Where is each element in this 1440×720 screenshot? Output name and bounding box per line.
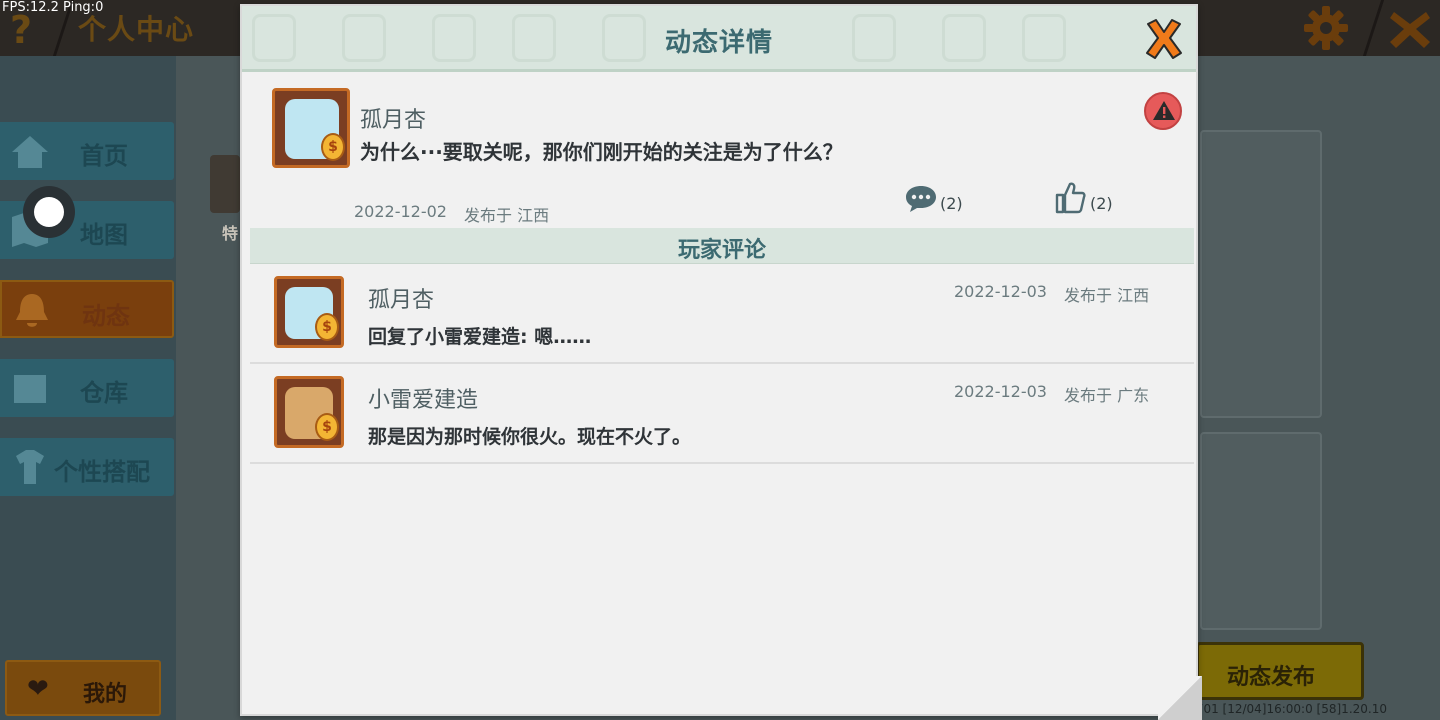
sidebar-item-label: 动态 — [82, 302, 130, 330]
box-icon — [14, 375, 46, 403]
publish-button-label: 动态发布 — [1227, 665, 1316, 690]
comment-text: 回复了小雷爱建造: 嗯…… — [368, 326, 592, 348]
comments-section-header: 玩家评论 — [250, 228, 1194, 264]
rank-coin-icon: $ — [315, 413, 339, 441]
sidebar-item-label: 仓库 — [80, 379, 128, 407]
special-tag-label: 特 — [222, 224, 239, 243]
sidebar-item-label: 首页 — [80, 142, 128, 170]
comment-location: 发布于 江西 — [1064, 286, 1150, 305]
dialog-header: 动态详情 — [242, 6, 1196, 72]
sidebar-item-feed[interactable]: 动态 — [0, 280, 174, 338]
comment-author[interactable]: 孤月杏 — [368, 282, 434, 314]
publish-post-button[interactable]: 动态发布 — [1196, 642, 1364, 700]
comment-count: (2) — [940, 194, 963, 213]
comment-author[interactable]: 小雷爱建造 — [368, 382, 478, 414]
settings-gear-icon[interactable] — [1302, 4, 1350, 52]
warning-icon — [1153, 101, 1175, 120]
comment-bubble-icon[interactable] — [904, 184, 938, 214]
avatar[interactable]: $ — [274, 276, 344, 348]
sidebar-item-storage[interactable]: 仓库 — [0, 359, 174, 417]
avatar[interactable]: $ — [274, 376, 344, 448]
rank-coin-icon: $ — [321, 133, 345, 161]
sidebar-item-home[interactable]: 首页 — [0, 122, 174, 180]
special-tag-icon — [210, 155, 240, 213]
comment-text: 那是因为那时候你很火。现在不火了。 — [368, 426, 692, 448]
divider — [1362, 0, 1385, 56]
sidebar: 首页 地图 动态 仓库 个性搭配 — [0, 56, 176, 720]
post-location: 发布于 江西 — [464, 206, 550, 225]
home-icon — [12, 136, 48, 168]
help-button[interactable]: ? — [10, 10, 32, 50]
rank-coin-icon: $ — [315, 313, 339, 341]
outfit-icon — [16, 450, 44, 484]
thumbs-up-icon[interactable] — [1054, 180, 1086, 214]
comment-date: 2022-12-03 — [954, 282, 1047, 301]
post-date: 2022-12-02 — [354, 202, 447, 221]
avatar[interactable]: $ — [272, 88, 350, 168]
sidebar-item-outfit[interactable]: 个性搭配 — [0, 438, 174, 496]
comment-row: $ 小雷爱建造 那是因为那时候你很火。现在不火了。 2022-12-03 发布于… — [250, 364, 1194, 464]
heart-icon: ❤ — [27, 674, 49, 704]
fps-readout: FPS:12.2 Ping:0 — [2, 0, 104, 15]
comments-section-title: 玩家评论 — [677, 238, 766, 263]
post-text: 为什么···要取关呢，那你们刚开始的关注是为了什么？ — [360, 140, 843, 164]
comment-row: $ 孤月杏 回复了小雷爱建造: 嗯…… 2022-12-03 发布于 江西 — [250, 264, 1194, 364]
background-card — [1200, 432, 1322, 630]
mine-button-label: 我的 — [83, 682, 128, 707]
page-curl-decoration — [1158, 676, 1202, 720]
sidebar-item-label: 地图 — [80, 221, 128, 249]
dialog-title: 动态详情 — [664, 28, 773, 58]
comment-location: 发布于 广东 — [1064, 386, 1150, 405]
post-detail-dialog: 动态详情 $ 孤月杏 为什么···要取关呢，那你们刚开始的关注是为了什么？ 20… — [240, 4, 1198, 716]
close-icon[interactable] — [1386, 6, 1434, 52]
background-card — [1200, 130, 1322, 418]
sidebar-item-label: 个性搭配 — [54, 458, 150, 486]
bell-icon — [16, 294, 48, 327]
mine-button[interactable]: ❤ 我的 — [5, 660, 161, 716]
close-icon[interactable] — [1144, 18, 1184, 60]
comment-date: 2022-12-03 — [954, 382, 1047, 401]
touch-indicator — [23, 186, 75, 238]
post-author[interactable]: 孤月杏 — [360, 102, 426, 134]
like-count: (2) — [1090, 194, 1113, 213]
report-button[interactable] — [1144, 92, 1182, 130]
